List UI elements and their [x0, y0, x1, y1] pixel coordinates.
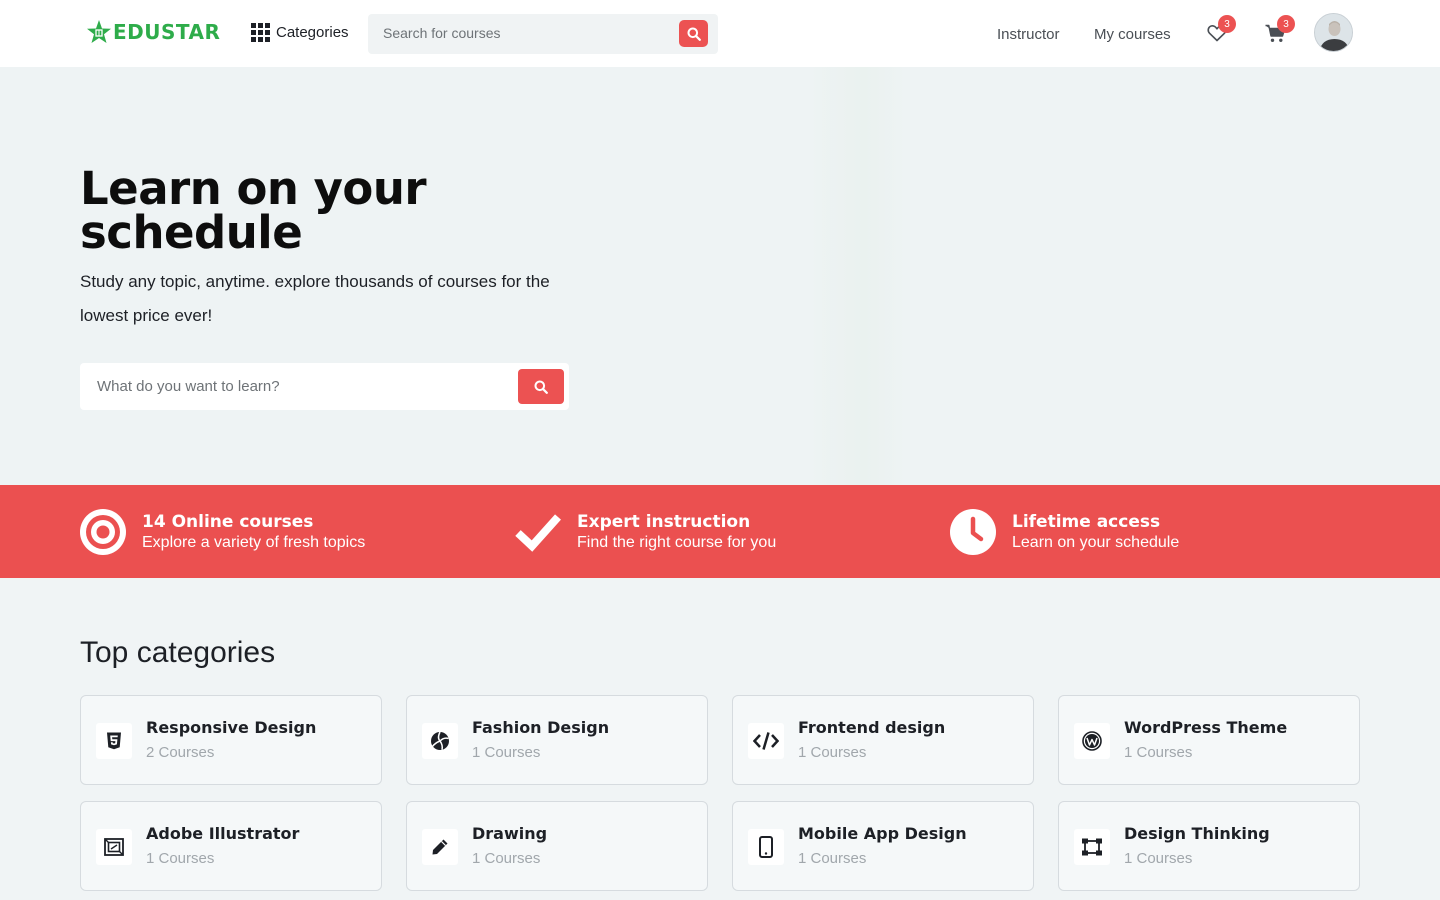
category-card-frontend-design[interactable]: Frontend design 1 Courses: [732, 695, 1034, 785]
feature-title: Lifetime access: [1012, 511, 1161, 532]
code-icon: [748, 723, 784, 759]
hero-title: Learn on your schedule: [80, 162, 427, 259]
categories-menu[interactable]: Categories: [251, 23, 349, 42]
category-count: 1 Courses: [798, 850, 867, 867]
target-icon: [79, 508, 127, 556]
category-card-fashion-design[interactable]: Fashion Design 1 Courses: [406, 695, 708, 785]
logo-star-icon: [87, 20, 111, 43]
top-navbar: EDUSTAR Categories Instructor My courses…: [0, 0, 1440, 67]
category-name: Frontend design: [798, 718, 946, 737]
clock-icon: [949, 508, 997, 556]
category-name: Adobe Illustrator: [146, 824, 300, 843]
search-icon: [687, 27, 701, 41]
category-card-adobe-illustrator[interactable]: Adobe Illustrator 1 Courses: [80, 801, 382, 891]
user-avatar-icon: [1315, 14, 1352, 51]
volleyball-icon: [422, 723, 458, 759]
frame-icon: [96, 829, 132, 865]
top-categories-title: Top categories: [80, 636, 276, 669]
cart-count-badge: 3: [1277, 15, 1295, 33]
feature-title: Expert instruction: [577, 511, 751, 532]
logo-text: EDUSTAR: [113, 20, 221, 44]
nav-instructor[interactable]: Instructor: [997, 26, 1060, 43]
header-search: [368, 14, 718, 54]
hero-subtitle: Study any topic, anytime. explore thousa…: [80, 272, 550, 325]
hero-section: Learn on your schedule Study any topic, …: [0, 67, 1440, 485]
hero-search: [80, 363, 569, 410]
category-card-drawing[interactable]: Drawing 1 Courses: [406, 801, 708, 891]
category-count: 1 Courses: [472, 850, 541, 867]
category-name: Fashion Design: [472, 718, 610, 737]
category-name: Design Thinking: [1124, 824, 1270, 843]
header-search-button[interactable]: [679, 20, 708, 47]
wishlist-button[interactable]: 3: [1207, 15, 1236, 47]
category-name: Drawing: [472, 824, 548, 843]
wishlist-count-badge: 3: [1218, 15, 1236, 33]
categories-label: Categories: [276, 24, 349, 41]
category-count: 1 Courses: [1124, 850, 1193, 867]
category-card-mobile-app-design[interactable]: Mobile App Design 1 Courses: [732, 801, 1034, 891]
grid-icon: [251, 23, 270, 42]
cart-button[interactable]: 3: [1265, 15, 1295, 48]
category-count: 1 Courses: [1124, 744, 1193, 761]
category-count: 1 Courses: [798, 744, 867, 761]
category-card-design-thinking[interactable]: Design Thinking 1 Courses: [1058, 801, 1360, 891]
html5-icon: [96, 723, 132, 759]
search-icon: [534, 380, 548, 394]
nav-my-courses[interactable]: My courses: [1094, 26, 1171, 43]
wordpress-icon: [1074, 723, 1110, 759]
feature-lifetime-access: Lifetime access Learn on your schedule: [949, 485, 1179, 578]
pencil-icon: [422, 829, 458, 865]
category-name: Responsive Design: [146, 718, 317, 737]
feature-description: Find the right course for you: [577, 533, 777, 551]
feature-title: 14 Online courses: [142, 511, 314, 532]
logo[interactable]: EDUSTAR: [86, 19, 220, 45]
category-name: WordPress Theme: [1124, 718, 1288, 737]
category-count: 1 Courses: [472, 744, 541, 761]
vector-square-icon: [1074, 829, 1110, 865]
user-avatar[interactable]: [1314, 13, 1353, 52]
features-band: 14 Online courses Explore a variety of f…: [0, 485, 1440, 578]
feature-description: Explore a variety of fresh topics: [142, 533, 366, 551]
hero-search-button[interactable]: [518, 369, 564, 404]
feature-online-courses: 14 Online courses Explore a variety of f…: [79, 485, 365, 578]
category-card-wordpress-theme[interactable]: WordPress Theme 1 Courses: [1058, 695, 1360, 785]
mobile-icon: [748, 829, 784, 865]
category-card-responsive-design[interactable]: Responsive Design 2 Courses: [80, 695, 382, 785]
check-icon: [514, 508, 562, 556]
category-count: 2 Courses: [146, 744, 215, 761]
header-search-input[interactable]: [383, 25, 663, 41]
category-name: Mobile App Design: [798, 824, 967, 843]
feature-description: Learn on your schedule: [1012, 533, 1180, 551]
hero-search-input[interactable]: [97, 378, 497, 395]
feature-expert-instruction: Expert instruction Find the right course…: [514, 485, 776, 578]
category-count: 1 Courses: [146, 850, 215, 867]
